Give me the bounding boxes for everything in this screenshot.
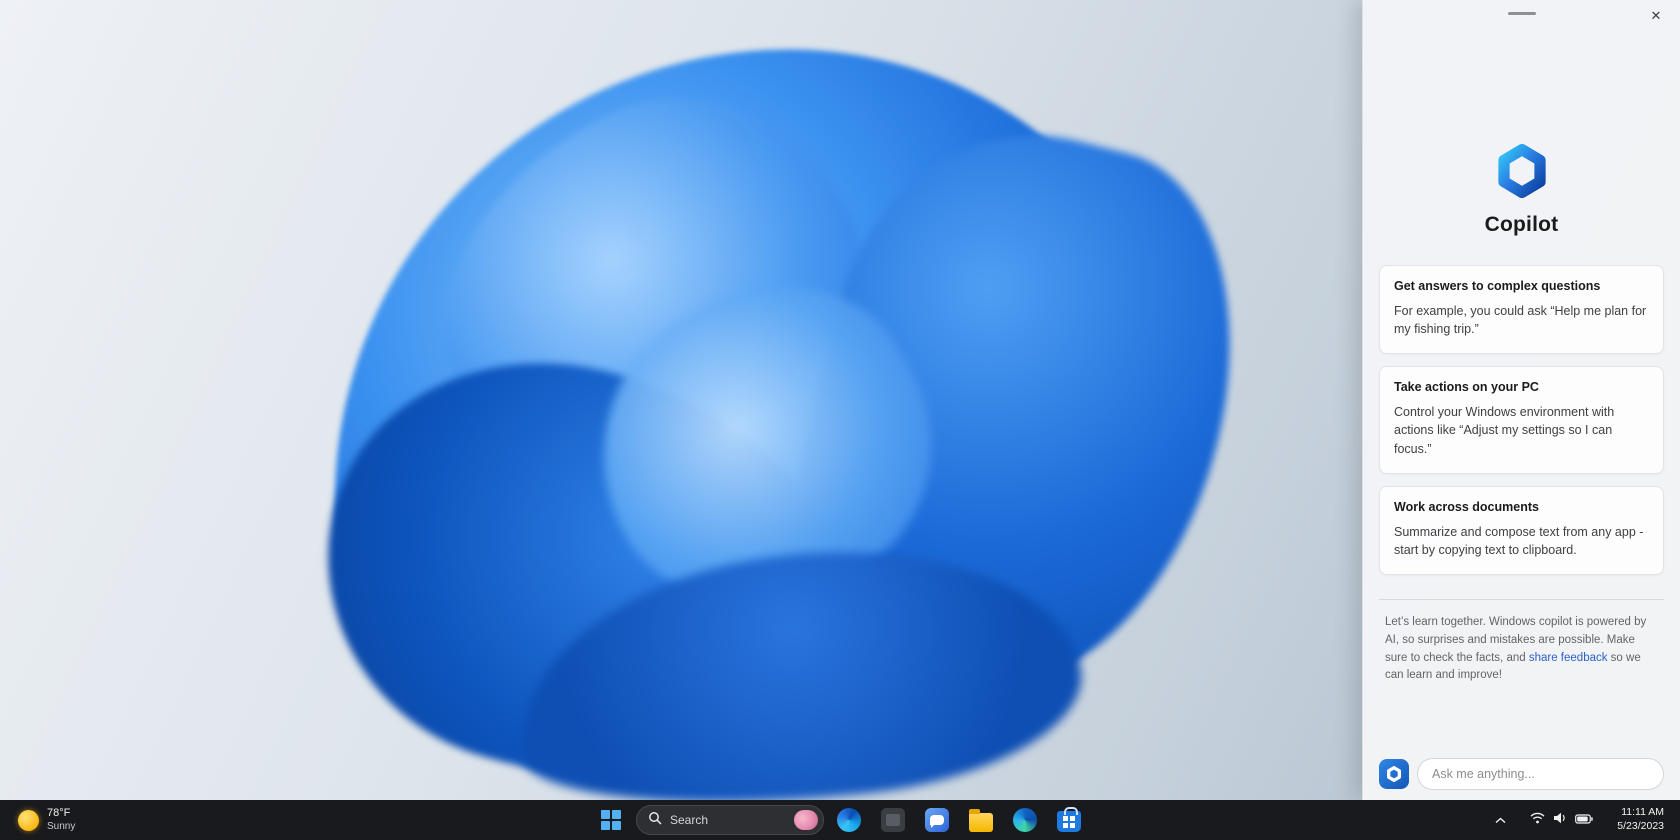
weather-condition: Sunny [47, 820, 76, 832]
folder-icon [969, 808, 993, 832]
windows-logo-icon [601, 810, 621, 830]
ask-input[interactable] [1417, 758, 1664, 790]
desktop-screen: ✕ Copilot Get answers to complex questio… [0, 0, 1680, 840]
disclaimer-text: Let’s learn together. Windows copilot is… [1363, 614, 1680, 685]
share-feedback-link[interactable]: share feedback [1529, 652, 1608, 664]
quick-settings[interactable] [1524, 806, 1599, 834]
speaker-icon [1553, 811, 1567, 829]
card-title: Take actions on your PC [1394, 380, 1539, 395]
card-body: Summarize and compose text from any app … [1394, 524, 1644, 557]
search-icon [648, 811, 662, 830]
chat-input-row [1379, 758, 1664, 790]
taskbar-app-file-explorer[interactable] [962, 803, 1000, 837]
suggestion-card-documents[interactable]: Work across documents Summarize and comp… [1379, 485, 1664, 575]
search-input[interactable]: Search [636, 805, 824, 835]
taskbar-app-edge[interactable] [1006, 803, 1044, 837]
chat-icon [925, 808, 949, 832]
weather-temperature: 78°F [47, 806, 71, 819]
card-title: Work across documents [1394, 499, 1539, 514]
card-title: Get answers to complex questions [1394, 279, 1601, 293]
system-tray: 11:11 AM 5/23/2023 [1489, 800, 1670, 840]
tray-overflow-chevron-icon[interactable] [1489, 813, 1512, 828]
taskbar-app-store[interactable] [1050, 803, 1088, 837]
copilot-icon-button[interactable] [1379, 759, 1409, 789]
sun-icon [18, 809, 39, 831]
search-highlight-image[interactable] [794, 810, 818, 830]
suggestion-card-actions[interactable]: Take actions on your PC Control your Win… [1379, 366, 1664, 474]
card-body: For example, you could ask “Help me plan… [1394, 304, 1647, 337]
page-title: Copilot [1484, 213, 1559, 236]
card-body: Control your Windows environment with ac… [1394, 405, 1615, 456]
clock-time: 11:11 AM [1621, 806, 1664, 819]
taskbar-center: Search [592, 800, 1088, 840]
edge-icon [1013, 808, 1037, 832]
suggestion-cards: Get answers to complex questions For exa… [1363, 265, 1680, 575]
taskbar-app-copilot[interactable] [830, 803, 868, 837]
dark-app-icon [881, 808, 905, 832]
clock-date: 5/23/2023 [1617, 820, 1664, 832]
divider [1379, 598, 1664, 600]
microsoft-store-icon [1057, 807, 1081, 832]
copilot-panel: ✕ Copilot Get answers to complex questio… [1362, 0, 1680, 800]
battery-icon [1575, 811, 1593, 829]
copilot-logo-icon [1495, 144, 1549, 203]
minimize-icon[interactable] [1507, 12, 1536, 15]
taskbar-app-dark[interactable] [874, 803, 912, 837]
suggestion-card-answers[interactable]: Get answers to complex questions For exa… [1379, 265, 1664, 355]
copilot-icon [837, 808, 861, 832]
weather-widget[interactable]: 78°F Sunny [10, 800, 83, 840]
wifi-icon [1530, 811, 1545, 829]
start-button[interactable] [592, 803, 630, 837]
panel-titlebar: ✕ [1363, 0, 1680, 30]
taskbar-app-chat[interactable] [918, 803, 956, 837]
taskbar: 78°F Sunny Search 11:11 AM 5/23/2023 [0, 800, 1680, 840]
close-icon[interactable]: ✕ [1644, 4, 1668, 28]
search-placeholder: Search [670, 813, 709, 827]
clock[interactable]: 11:11 AM 5/23/2023 [1611, 803, 1670, 836]
